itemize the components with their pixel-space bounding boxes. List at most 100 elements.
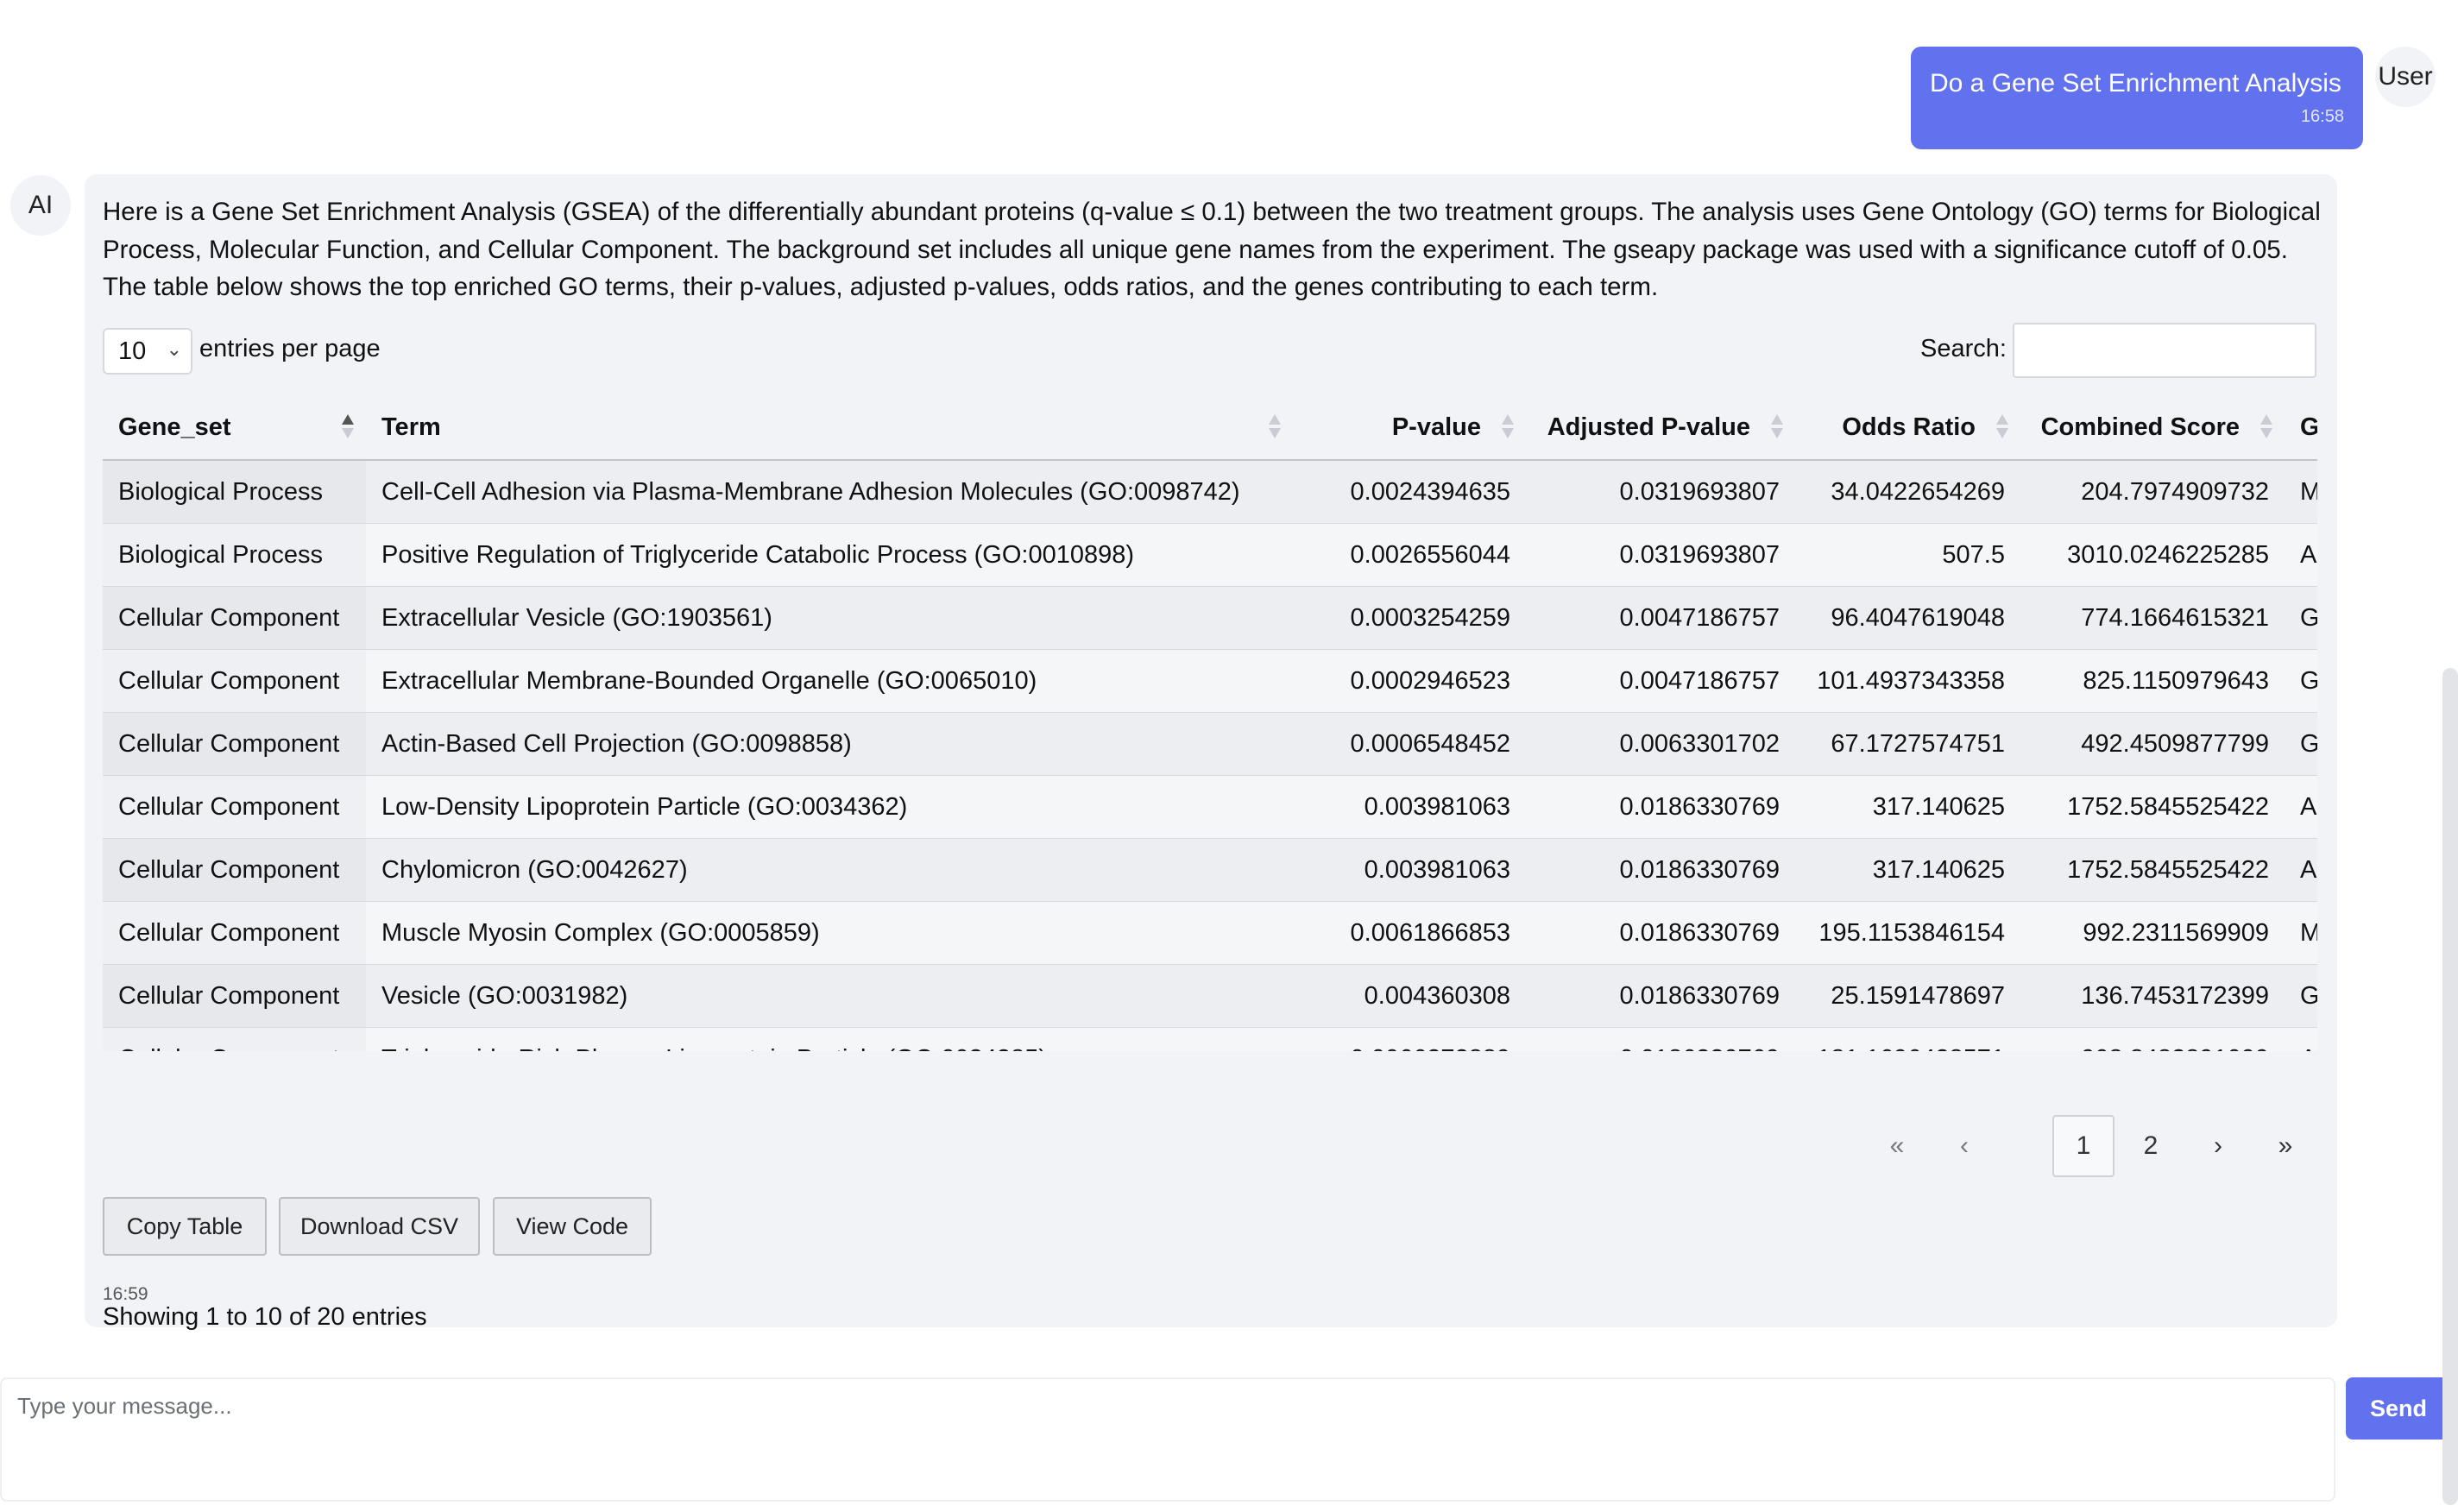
table-cell: 0.0186330769 (1526, 775, 1795, 839)
user-message-text: Do a Gene Set Enrichment Analysis (1930, 69, 2341, 98)
message-input[interactable]: Type your message... (0, 1377, 2335, 1502)
message-input-placeholder: Type your message... (17, 1393, 232, 1419)
pagination-prev-button[interactable]: ‹ (1933, 1115, 1995, 1177)
table-cell: G (2285, 586, 2317, 650)
ai-message-bubble: Here is a Gene Set Enrichment Analysis (… (85, 174, 2337, 1331)
column-header-adjusted-p-value[interactable]: Adjusted P-value (1526, 395, 1795, 461)
table-cell: Cell-Cell Adhesion via Plasma-Membrane A… (366, 460, 1293, 524)
table-cell: 492.4509877799 (2020, 712, 2285, 776)
pagination-first-button[interactable]: « (1866, 1115, 1928, 1177)
table-cell: 25.1591478697 (1795, 964, 2020, 1028)
table-cell: Cellular Component (103, 649, 366, 713)
table-cell: 0.0061866853 (1293, 901, 1526, 965)
table-cell: Extracellular Membrane-Bounded Organelle… (366, 649, 1293, 713)
table-cell: 136.7453172399 (2020, 964, 2285, 1028)
table-cell: Positive Regulation of Triglyceride Cata… (366, 523, 1293, 587)
table-header-row: Gene_set Term P-value Adjusted P-value O… (103, 395, 2317, 461)
table-cell: M (2285, 460, 2317, 524)
table-row: Cellular Component Extracellular Membrane… (103, 649, 2317, 713)
table-row: Cellular ComponentTriglyceride-Rich Plas… (103, 1027, 2317, 1051)
table-cell: 317.140625 (1795, 775, 2020, 839)
table-cell: Cellular Component (103, 901, 366, 965)
table-cell: 3010.0246225285 (2020, 523, 2285, 587)
table-cell: 101.4937343358 (1795, 649, 2020, 713)
table-row: Biological Process Cell-Cell Adhesion via… (103, 460, 2317, 524)
table-cell: Cellular Component (103, 586, 366, 650)
table-cell: A (2285, 838, 2317, 902)
table-cell: M (2285, 901, 2317, 965)
table-cell: 0.0026556044 (1293, 523, 1526, 587)
table-cell: Low-Density Lipoprotein Particle (GO:003… (366, 775, 1293, 839)
sort-icon (1269, 414, 1281, 440)
table-cell: 96.4047619048 (1795, 586, 2020, 650)
table-cell: 67.1727574751 (1795, 712, 2020, 776)
table-row: Cellular Component Extracellular Vesicle … (103, 586, 2317, 650)
view-code-button[interactable]: View Code (493, 1197, 652, 1256)
download-csv-button[interactable]: Download CSV (279, 1197, 480, 1256)
copy-table-button[interactable]: Copy Table (103, 1197, 267, 1256)
pagination-last-button[interactable]: » (2254, 1115, 2316, 1177)
table-cell: 317.140625 (1795, 838, 2020, 902)
table-cell: 507.5 (1795, 523, 2020, 587)
table-cell: Chylomicron (GO:0042627) (366, 838, 1293, 902)
user-avatar: User (2375, 47, 2436, 107)
entries-per-page-select[interactable]: 10 ⌄ (103, 328, 192, 375)
table-cell: 0.0047186757 (1526, 586, 1795, 650)
table-cell: Biological Process (103, 460, 366, 524)
table-cell: A (2285, 775, 2317, 839)
table-row: Cellular Component Chylomicron (GO:004262… (103, 838, 2317, 902)
table-cell: 0.0024394635 (1293, 460, 1526, 524)
table-info: Showing 1 to 10 of 20 entries (103, 1303, 427, 1331)
table-cell: 195.1153846154 (1795, 901, 2020, 965)
table-cell: 0.0063301702 (1526, 712, 1795, 776)
column-header-combined-score[interactable]: Combined Score (2020, 395, 2285, 461)
pagination-page-2[interactable]: 2 (2120, 1115, 2182, 1177)
table-cell: Biological Process (103, 523, 366, 587)
sort-icon (1771, 414, 1783, 440)
table-cell: 992.2311569909 (2020, 901, 2285, 965)
table-cell: 0.003981063 (1293, 775, 1526, 839)
table-cell: 825.1150979643 (2020, 649, 2285, 713)
table-cell: 0.003981063 (1293, 838, 1526, 902)
table-cell: 0.0047186757 (1526, 649, 1795, 713)
table-row: Cellular Component Muscle Myosin Complex … (103, 901, 2317, 965)
table-cell: 1752.5845525422 (2020, 838, 2285, 902)
ai-message-time: 16:59 (103, 1284, 148, 1304)
table-cell: 1752.5845525422 (2020, 775, 2285, 839)
sort-icon (342, 414, 354, 440)
table-cell: 0.0006548452 (1293, 712, 1526, 776)
sort-icon (1996, 414, 2008, 440)
table-cell: Actin-Based Cell Projection (GO:0098858) (366, 712, 1293, 776)
column-header-genes[interactable]: G (2285, 395, 2317, 461)
search-input[interactable] (2013, 323, 2316, 378)
send-button[interactable]: Send (2346, 1377, 2451, 1440)
column-header-odds-ratio[interactable]: Odds Ratio (1795, 395, 2020, 461)
table-cell: Cellular Component (103, 964, 366, 1028)
ai-message-text: Here is a Gene Set Enrichment Analysis (… (103, 198, 2321, 301)
table-cell: 0.0186330769 (1526, 964, 1795, 1028)
table-cell: 0.0002946523 (1293, 649, 1526, 713)
column-header-p-value[interactable]: P-value (1293, 395, 1526, 461)
pagination-next-button[interactable]: › (2187, 1115, 2249, 1177)
table-cell: G (2285, 964, 2317, 1028)
table-cell: G (2285, 649, 2317, 713)
table-cell: G (2285, 712, 2317, 776)
column-header-gene-set[interactable]: Gene_set (103, 395, 366, 461)
table-cell: Cellular Component (103, 712, 366, 776)
table-cell: 0.0066272889 (1293, 1027, 1526, 1051)
table-cell: 908.8482891099 (2020, 1027, 2285, 1051)
chevron-down-icon: ⌄ (166, 338, 182, 360)
table-cell: 0.0003254259 (1293, 586, 1526, 650)
search-label: Search: (1920, 335, 2007, 362)
column-header-term[interactable]: Term (366, 395, 1293, 461)
results-table: Gene_set Term P-value Adjusted P-value O… (103, 395, 2317, 1051)
page-scrollbar[interactable] (2442, 668, 2458, 1505)
table-row: Cellular Component Vesicle (GO:0031982) 0.… (103, 964, 2317, 1028)
table-cell: 0.004360308 (1293, 964, 1526, 1028)
table-cell: 0.0186330769 (1526, 838, 1795, 902)
table-cell: 0.0186330769 (1526, 901, 1795, 965)
pagination-page-1[interactable]: 1 (2052, 1115, 2115, 1177)
sort-icon (1502, 414, 1514, 440)
table-cell: A (2285, 1027, 2317, 1051)
table-cell: 0.0186330769 (1526, 1027, 1795, 1051)
